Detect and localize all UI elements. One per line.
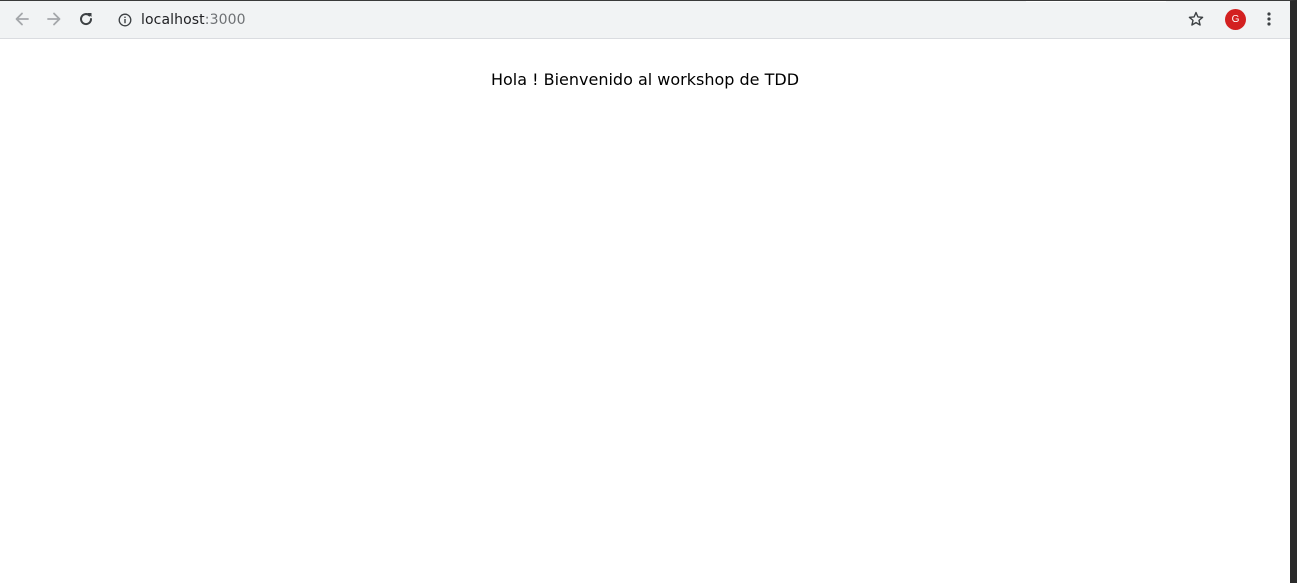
- arrow-left-icon: [13, 10, 31, 28]
- bookmark-button[interactable]: [1183, 6, 1209, 32]
- browser-window: localhost:3000 G Hola ! Bienvenido al wo…: [0, 0, 1297, 583]
- url-host: localhost: [141, 11, 205, 28]
- reload-button[interactable]: [73, 6, 99, 32]
- url-port: :3000: [204, 11, 246, 28]
- welcome-message: Hola ! Bienvenido al workshop de TDD: [490, 70, 800, 89]
- address-bar[interactable]: localhost:3000: [110, 5, 1170, 34]
- arrow-right-icon: [45, 10, 63, 28]
- profile-avatar-button[interactable]: G: [1225, 9, 1246, 30]
- profile-initial: G: [1231, 14, 1240, 25]
- info-icon[interactable]: [117, 12, 133, 28]
- browser-toolbar: localhost:3000 G: [0, 1, 1290, 39]
- active-tab-edge: [1026, 1, 1166, 2]
- star-icon: [1187, 10, 1205, 28]
- page-content: Hola ! Bienvenido al workshop de TDD: [0, 39, 1290, 583]
- menu-button[interactable]: [1256, 6, 1282, 32]
- forward-button[interactable]: [41, 6, 67, 32]
- url-text[interactable]: localhost:3000: [141, 12, 246, 28]
- kebab-menu-icon: [1260, 10, 1278, 28]
- back-button[interactable]: [9, 6, 35, 32]
- reload-icon: [77, 10, 95, 28]
